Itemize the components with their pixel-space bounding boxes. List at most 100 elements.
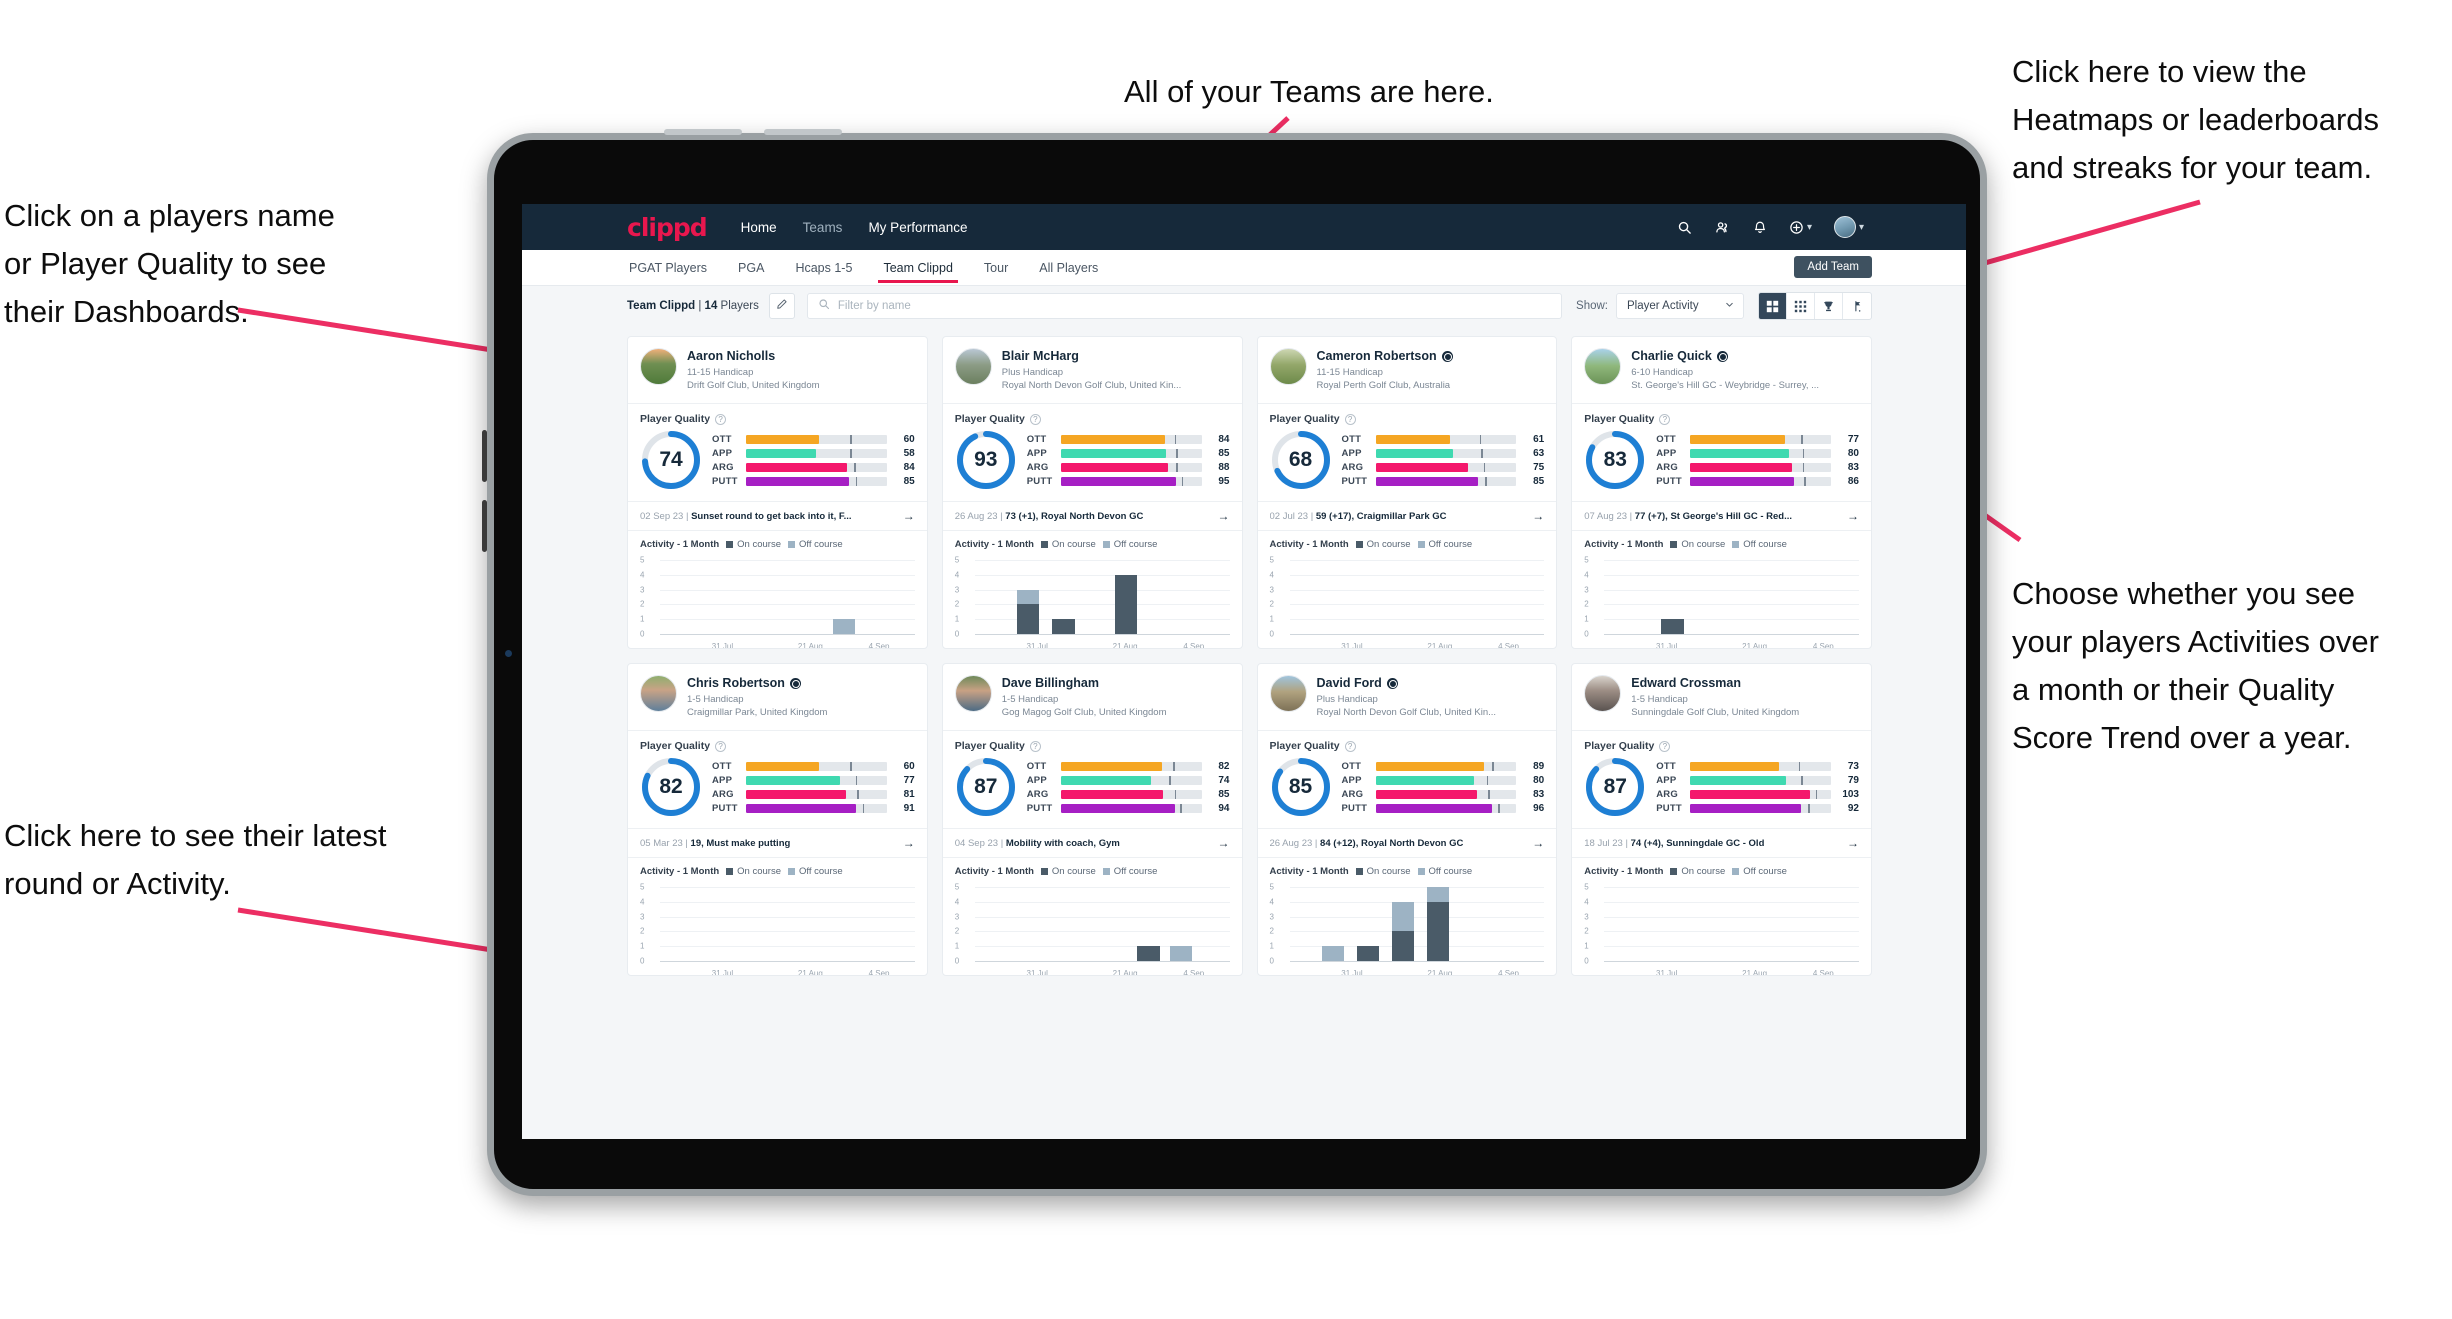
chart-y-tick: 4 — [954, 570, 960, 580]
player-card[interactable]: Dave Billingham 1-5 Handicap Gog Magog G… — [941, 663, 1243, 976]
arrow-right-icon[interactable]: → — [897, 509, 915, 523]
tab-pgat-players[interactable]: PGAT Players — [627, 254, 709, 282]
arrow-right-icon[interactable]: → — [1526, 509, 1544, 523]
metric-bars: OTT 77 APP 80 ARG 83 PUTT 86 — [1656, 434, 1859, 487]
arrow-right-icon[interactable]: → — [897, 836, 915, 850]
flag-icon[interactable] — [1843, 293, 1871, 319]
player-quality-body[interactable]: 74 OTT 60 APP 58 ARG 84 PUTT 85 — [628, 427, 927, 501]
player-quality-body[interactable]: 85 OTT 89 APP 80 ARG 83 PUTT 96 — [1258, 754, 1557, 828]
tab-team-clippd[interactable]: Team Clippd — [878, 254, 959, 283]
player-name[interactable]: Blair McHarg — [1002, 348, 1182, 364]
metric-fill — [746, 789, 846, 799]
arrow-right-icon[interactable]: → — [1841, 836, 1859, 850]
player-quality-label: Player Quality — [1584, 413, 1655, 425]
help-icon[interactable]: ? — [1659, 740, 1671, 752]
latest-round-row[interactable]: 05 Mar 23 | 19, Must make putting → — [628, 828, 927, 858]
player-quality-body[interactable]: 87 OTT 82 APP 74 ARG 85 PUTT 94 — [943, 754, 1242, 828]
player-name[interactable]: Chris Robertson — [687, 675, 827, 691]
metric-row: ARG 83 — [1342, 789, 1545, 800]
player-handicap: 6-10 Handicap — [1631, 367, 1694, 378]
arrow-right-icon[interactable]: → — [1841, 509, 1859, 523]
latest-round-row[interactable]: 02 Jul 23 | 59 (+17), Craigmillar Park G… — [1257, 501, 1557, 531]
player-name[interactable]: David Ford — [1317, 675, 1497, 691]
player-quality-header[interactable]: Player Quality ? — [943, 731, 1242, 754]
player-quality-header[interactable]: Player Quality ? — [943, 404, 1242, 427]
player-name[interactable]: Aaron Nicholls — [687, 348, 820, 364]
help-icon[interactable]: ? — [1029, 413, 1041, 425]
latest-round-row[interactable]: 02 Sep 23 | Sunset round to get back int… — [628, 501, 927, 531]
plus-circle-icon[interactable]: ▾ — [1789, 220, 1812, 235]
player-quality-body[interactable]: 87 OTT 73 APP 79 ARG 103 PUTT 92 — [1572, 754, 1871, 828]
player-quality-body[interactable]: 83 OTT 77 APP 80 ARG 83 PUTT 86 — [1572, 427, 1871, 501]
player-card[interactable]: Edward Crossman 1-5 Handicap Sunningdale… — [1571, 663, 1872, 976]
player-header[interactable]: Edward Crossman 1-5 Handicap Sunningdale… — [1572, 664, 1871, 730]
player-quality-header[interactable]: Player Quality ? — [628, 731, 927, 754]
player-card[interactable]: Aaron Nicholls 11-15 Handicap Drift Golf… — [627, 336, 928, 649]
grid-small-icon[interactable] — [1787, 293, 1815, 319]
help-icon[interactable]: ? — [1344, 413, 1356, 425]
people-icon[interactable] — [1714, 220, 1731, 235]
player-name[interactable]: Dave Billingham — [1002, 675, 1167, 691]
player-quality-header[interactable]: Player Quality ? — [628, 404, 927, 427]
chart-x-tick: 21 Aug — [1112, 642, 1138, 649]
help-icon[interactable]: ? — [1344, 740, 1356, 752]
latest-round-row[interactable]: 04 Sep 23 | Mobility with coach, Gym → — [942, 828, 1242, 858]
search-icon[interactable] — [1677, 220, 1692, 235]
avatar[interactable] — [1833, 216, 1856, 238]
player-quality-header[interactable]: Player Quality ? — [1258, 404, 1557, 427]
nav-link-home[interactable]: Home — [741, 220, 777, 235]
player-card[interactable]: David Ford Plus Handicap Royal North Dev… — [1256, 663, 1558, 976]
show-select[interactable]: Player Activity — [1616, 293, 1744, 319]
latest-round-row[interactable]: 18 Jul 23 | 74 (+4), Sunningdale GC - Ol… — [1572, 828, 1871, 858]
activity-chart: 5 4 3 2 1 0 31 Jul 21 Aug 4 Sep — [640, 556, 915, 648]
player-header[interactable]: Cameron Robertson 11-15 Handicap Royal P… — [1258, 337, 1557, 403]
add-team-button[interactable]: Add Team — [1794, 256, 1872, 278]
grid-large-icon[interactable] — [1759, 293, 1787, 319]
chevron-down-icon[interactable]: ▾ — [1807, 222, 1812, 233]
player-name[interactable]: Charlie Quick — [1631, 348, 1819, 364]
avatar-menu[interactable]: ▾ — [1833, 216, 1864, 238]
player-header[interactable]: Chris Robertson 1-5 Handicap Craigmillar… — [628, 664, 927, 730]
latest-round-row[interactable]: 07 Aug 23 | 77 (+7), St George's Hill GC… — [1572, 501, 1871, 531]
chevron-down-icon[interactable]: ▾ — [1859, 222, 1864, 233]
nav-link-my-performance[interactable]: My Performance — [868, 220, 967, 235]
arrow-right-icon[interactable]: → — [1526, 836, 1544, 850]
player-name[interactable]: Cameron Robertson — [1317, 348, 1453, 364]
player-quality-body[interactable]: 93 OTT 84 APP 85 ARG 88 PUTT 95 — [943, 427, 1242, 501]
player-header[interactable]: David Ford Plus Handicap Royal North Dev… — [1258, 664, 1557, 730]
player-quality-header[interactable]: Player Quality ? — [1258, 731, 1557, 754]
arrow-right-icon[interactable]: → — [1212, 836, 1230, 850]
metric-row: OTT 73 — [1656, 761, 1859, 772]
tab-tour[interactable]: Tour — [982, 254, 1010, 282]
tab-all-players[interactable]: All Players — [1037, 254, 1100, 282]
player-card[interactable]: Cameron Robertson 11-15 Handicap Royal P… — [1256, 336, 1558, 649]
help-icon[interactable]: ? — [715, 740, 727, 752]
clippd-logo[interactable]: clippd — [627, 213, 708, 242]
nav-link-teams[interactable]: Teams — [803, 220, 843, 235]
latest-round-row[interactable]: 26 Aug 23 | 73 (+1), Royal North Devon G… — [942, 501, 1242, 531]
player-header[interactable]: Dave Billingham 1-5 Handicap Gog Magog G… — [943, 664, 1242, 730]
player-quality-body[interactable]: 82 OTT 60 APP 77 ARG 81 PUTT 91 — [628, 754, 927, 828]
player-card[interactable]: Blair McHarg Plus Handicap Royal North D… — [941, 336, 1243, 649]
tab-hcaps-1-5[interactable]: Hcaps 1-5 — [793, 254, 854, 282]
help-icon[interactable]: ? — [1029, 740, 1041, 752]
player-quality-body[interactable]: 68 OTT 61 APP 63 ARG 75 PUTT 85 — [1258, 427, 1557, 501]
player-quality-header[interactable]: Player Quality ? — [1572, 404, 1871, 427]
player-header[interactable]: Aaron Nicholls 11-15 Handicap Drift Golf… — [628, 337, 927, 403]
help-icon[interactable]: ? — [715, 413, 727, 425]
player-card[interactable]: Charlie Quick 6-10 Handicap St. George's… — [1571, 336, 1872, 649]
help-icon[interactable]: ? — [1659, 413, 1671, 425]
player-quality-header[interactable]: Player Quality ? — [1572, 731, 1871, 754]
player-name[interactable]: Edward Crossman — [1631, 675, 1799, 691]
search-input[interactable]: Filter by name — [806, 293, 1563, 319]
player-card[interactable]: Chris Robertson 1-5 Handicap Craigmillar… — [627, 663, 928, 976]
chart-plot — [977, 560, 1228, 634]
player-header[interactable]: Blair McHarg Plus Handicap Royal North D… — [943, 337, 1242, 403]
edit-team-button[interactable] — [768, 293, 795, 319]
tab-pga[interactable]: PGA — [736, 254, 766, 282]
latest-round-row[interactable]: 26 Aug 23 | 84 (+12), Royal North Devon … — [1257, 828, 1557, 858]
bell-icon[interactable] — [1753, 220, 1767, 235]
arrow-right-icon[interactable]: → — [1212, 509, 1230, 523]
trophy-icon[interactable] — [1815, 293, 1843, 319]
player-header[interactable]: Charlie Quick 6-10 Handicap St. George's… — [1572, 337, 1871, 403]
